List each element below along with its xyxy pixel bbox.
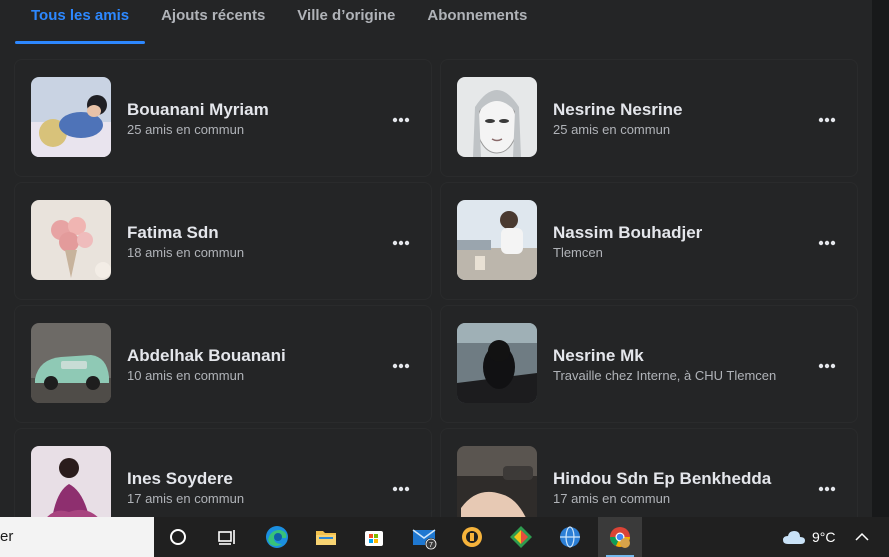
cortana-icon [170,529,186,545]
avatar[interactable] [31,446,111,517]
avatar[interactable] [31,323,111,403]
more-options-button[interactable] [385,350,417,382]
weather-widget[interactable]: 9°C [782,517,836,557]
friend-subtitle: 17 amis en commun [127,491,245,506]
friend-card[interactable]: Nesrine Nesrine 25 amis en commun [440,59,858,177]
friend-name[interactable]: Fatima Sdn [127,223,219,243]
more-icon [818,240,836,246]
more-options-button[interactable] [385,227,417,259]
avatar[interactable] [31,200,111,280]
more-icon [818,363,836,369]
friend-card[interactable]: Fatima Sdn 18 amis en commun [14,182,432,300]
friend-subtitle: Tlemcen [553,245,603,260]
friend-name[interactable]: Nesrine Mk [553,346,644,366]
friend-subtitle: 25 amis en commun [553,122,671,137]
app-icon [510,526,532,548]
store-icon [365,531,383,546]
friend-card[interactable]: Bouanani Myriam 25 amis en commun [14,59,432,177]
more-icon [392,363,410,369]
friend-name[interactable]: Nassim Bouhadjer [553,223,702,243]
friend-subtitle: Travaille chez Interne, à CHU Tlemcen [553,368,777,383]
more-options-button[interactable] [811,227,843,259]
cloud-icon [783,531,805,544]
tab-recent-additions[interactable]: Ajouts récents [145,0,281,44]
screen: Tous les amis Ajouts récents Ville d’ori… [0,0,889,557]
taskbar-search-input[interactable]: er [0,517,154,557]
friend-card[interactable]: Hindou Sdn Ep Benkhedda 17 amis en commu… [440,428,858,517]
friends-tabs: Tous les amis Ajouts récents Ville d’ori… [15,0,543,44]
friend-subtitle: 17 amis en commun [553,491,671,506]
browser-button[interactable] [548,517,592,557]
tab-hometown[interactable]: Ville d’origine [281,0,411,44]
tab-following[interactable]: Abonnements [411,0,543,44]
app-button[interactable] [450,517,494,557]
app-button[interactable] [499,517,543,557]
more-options-button[interactable] [811,104,843,136]
mail-button[interactable]: 7 [402,517,446,557]
friend-name[interactable]: Bouanani Myriam [127,100,269,120]
app-icon [462,527,482,547]
more-options-button[interactable] [385,104,417,136]
more-icon [392,117,410,123]
more-icon [392,486,410,492]
avatar[interactable] [457,77,537,157]
edge-button[interactable] [255,517,299,557]
page-scrollbar[interactable] [872,0,889,517]
taskbar: er 7 9°C [0,517,889,557]
more-options-button[interactable] [811,473,843,505]
friends-page: Tous les amis Ajouts récents Ville d’ori… [0,0,872,517]
more-options-button[interactable] [811,350,843,382]
chrome-button[interactable] [598,517,642,557]
chrome-icon [610,527,630,548]
file-explorer-button[interactable] [304,517,348,557]
weather-temperature: 9°C [812,529,836,545]
friend-card[interactable]: Abdelhak Bouanani 10 amis en commun [14,305,432,423]
cortana-button[interactable] [156,517,200,557]
task-view-button[interactable] [204,517,248,557]
friend-name[interactable]: Ines Soydere [127,469,233,489]
friend-subtitle: 25 amis en commun [127,122,245,137]
friend-card[interactable]: Nassim Bouhadjer Tlemcen [440,182,858,300]
file-explorer-icon [316,531,336,545]
more-icon [392,240,410,246]
store-button[interactable] [352,517,396,557]
friend-card[interactable]: Ines Soydere 17 amis en commun [14,428,432,517]
more-icon [818,486,836,492]
friend-name[interactable]: Nesrine Nesrine [553,100,682,120]
more-options-button[interactable] [385,473,417,505]
browser-icon [560,526,580,548]
avatar[interactable] [457,323,537,403]
edge-icon [266,526,288,548]
friend-subtitle: 10 amis en commun [127,368,245,383]
friend-subtitle: 18 amis en commun [127,245,245,260]
mail-icon: 7 [412,529,437,550]
tab-all-friends[interactable]: Tous les amis [15,0,146,44]
friend-name[interactable]: Hindou Sdn Ep Benkhedda [553,469,771,489]
avatar[interactable] [457,446,537,517]
friend-name[interactable]: Abdelhak Bouanani [127,346,286,366]
avatar[interactable] [31,77,111,157]
mail-badge: 7 [429,542,433,549]
more-icon [818,117,836,123]
avatar[interactable] [457,200,537,280]
task-view-icon [218,530,235,545]
chevron-up-icon [855,532,869,541]
show-hidden-icons-button[interactable] [850,517,874,557]
friend-card[interactable]: Nesrine Mk Travaille chez Interne, à CHU… [440,305,858,423]
